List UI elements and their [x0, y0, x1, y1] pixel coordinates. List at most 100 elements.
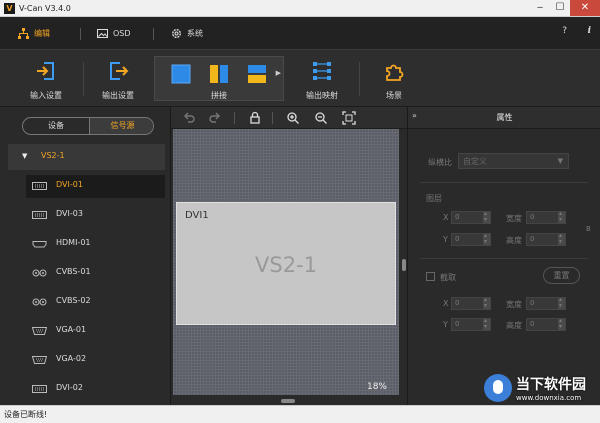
divider	[420, 182, 588, 183]
layer-x-label: X	[443, 213, 449, 222]
app-logo: V	[4, 3, 15, 14]
tab-osd[interactable]: OSD	[97, 25, 131, 42]
source-group-row[interactable]: ▼ VS2-1	[8, 144, 165, 170]
crop-y-input[interactable]: 0	[451, 317, 491, 331]
minimize-button[interactable]: ‒	[530, 0, 550, 16]
source-item-dvi-01[interactable]: DVI-01	[26, 175, 165, 198]
input-settings-label: 输入设置	[30, 91, 62, 100]
crop-width-input[interactable]: 0	[526, 296, 566, 310]
spin-buttons[interactable]	[558, 296, 565, 309]
source-panel: 设备 信号源 ▼ VS2-1 DVI-01 DVI-03 HDMI-01 CVB…	[0, 107, 171, 405]
crop-x-input[interactable]: 0	[451, 296, 491, 310]
properties-header: » 属性	[408, 107, 600, 129]
zoom-in-button[interactable]	[286, 111, 300, 125]
crop-width-label: 宽度	[506, 300, 522, 309]
layer-height-label: 高度	[506, 236, 522, 245]
spin-buttons[interactable]	[558, 232, 565, 245]
horizontal-scrollbar[interactable]	[173, 397, 399, 405]
zoom-in-icon	[287, 112, 299, 124]
source-item-dvi-02[interactable]: DVI-02	[26, 378, 165, 401]
tab-system[interactable]: 系统	[171, 25, 203, 42]
spin-buttons[interactable]	[558, 210, 565, 223]
spin-value: 0	[530, 320, 535, 328]
source-group-name: VS2-1	[41, 151, 65, 160]
output-screen-block[interactable]: DVI1 VS2-1	[176, 202, 396, 325]
splice-vertical-split-icon[interactable]	[208, 63, 230, 85]
screen-group-name: VS2-1	[255, 253, 317, 277]
crop-label: 截取	[440, 273, 456, 282]
spin-buttons[interactable]	[483, 296, 490, 309]
tab-system-label: 系统	[187, 29, 203, 38]
tab-signal-sources[interactable]: 信号源	[89, 118, 153, 134]
crop-y-label: Y	[443, 320, 448, 329]
tab-osd-label: OSD	[113, 29, 131, 38]
toolbar-separator	[83, 62, 84, 96]
source-item-label: DVI-02	[56, 383, 83, 392]
spin-value: 0	[530, 235, 535, 243]
output-mapping-label: 输出映射	[306, 91, 338, 100]
redo-button[interactable]	[208, 111, 222, 125]
aspect-ratio-label: 纵横比	[428, 158, 452, 167]
crop-height-input[interactable]: 0	[526, 317, 566, 331]
info-button[interactable]: i	[588, 26, 591, 36]
dvi-port-icon	[32, 385, 47, 393]
output-name: DVI1	[185, 210, 209, 221]
source-item-label: DVI-01	[56, 180, 83, 189]
help-button[interactable]: ?	[562, 26, 567, 36]
spin-value: 0	[455, 299, 460, 307]
source-item-cvbs-01[interactable]: CVBS-01	[26, 262, 165, 285]
spin-buttons[interactable]	[483, 232, 490, 245]
crop-x-label: X	[443, 299, 449, 308]
layer-y-input[interactable]: 0	[451, 232, 491, 246]
lock-button[interactable]	[248, 111, 262, 125]
scrollbar-thumb[interactable]	[281, 399, 295, 403]
zoom-out-icon	[315, 112, 327, 124]
output-mapping-button[interactable]: 输出映射	[292, 50, 352, 106]
layer-height-input[interactable]: 0	[526, 232, 566, 246]
splice-label: 拼接	[211, 91, 227, 100]
source-item-label: DVI-03	[56, 209, 83, 218]
splice-horizontal-split-icon[interactable]	[246, 63, 268, 85]
reset-button[interactable]: 重置	[543, 267, 580, 284]
toolbar-separator	[359, 62, 360, 96]
main-toolbar: 输入设置 输出设置 ▶ 拼接 输出映射 场景	[0, 50, 600, 107]
spin-value: 0	[455, 235, 460, 243]
layer-width-input[interactable]: 0	[526, 210, 566, 224]
source-item-dvi-03[interactable]: DVI-03	[26, 204, 165, 227]
spin-buttons[interactable]	[558, 317, 565, 330]
spin-value: 0	[455, 213, 460, 221]
output-settings-button[interactable]: 输出设置	[92, 50, 144, 106]
source-item-vga-01[interactable]: VGA-01	[26, 320, 165, 343]
splice-more-icon[interactable]: ▶	[276, 69, 281, 77]
source-panel-tabs: 设备 信号源	[22, 117, 154, 135]
window-title: V-Can V3.4.0	[19, 4, 71, 13]
expand-caret-icon[interactable]: ▼	[22, 152, 27, 160]
lock-ratio-toggle[interactable]: B	[586, 225, 591, 233]
undo-button[interactable]	[182, 111, 196, 125]
layout-editor: DVI1 VS2-1 18%	[171, 107, 407, 405]
source-item-vga-02[interactable]: VGA-02	[26, 349, 165, 372]
source-item-hdmi-01[interactable]: HDMI-01	[26, 233, 165, 256]
input-settings-button[interactable]: 输入设置	[20, 50, 72, 106]
cvbs-port-icon	[32, 269, 47, 277]
maximize-button[interactable]: ☐	[550, 0, 570, 16]
tab-devices[interactable]: 设备	[23, 118, 89, 134]
spin-buttons[interactable]	[483, 317, 490, 330]
aspect-ratio-select[interactable]: 自定义 ▼	[458, 153, 569, 169]
layer-x-input[interactable]: 0	[451, 210, 491, 224]
close-button[interactable]: ✕	[570, 0, 600, 16]
splice-single-icon[interactable]	[170, 63, 192, 85]
scene-button[interactable]: 场景	[368, 50, 420, 106]
zoom-out-button[interactable]	[314, 111, 328, 125]
menu-separator	[153, 28, 154, 40]
spin-buttons[interactable]	[483, 210, 490, 223]
edit-hierarchy-icon	[18, 28, 29, 39]
tab-edit[interactable]: 编辑	[18, 25, 50, 42]
scrollbar-thumb[interactable]	[402, 259, 406, 271]
source-item-cvbs-02[interactable]: CVBS-02	[26, 291, 165, 314]
layout-canvas[interactable]: DVI1 VS2-1 18%	[173, 129, 399, 395]
dvi-port-icon	[32, 182, 47, 190]
crop-checkbox[interactable]	[426, 272, 435, 281]
chevron-down-icon: ▼	[557, 157, 563, 165]
fit-screen-button[interactable]	[342, 111, 356, 125]
